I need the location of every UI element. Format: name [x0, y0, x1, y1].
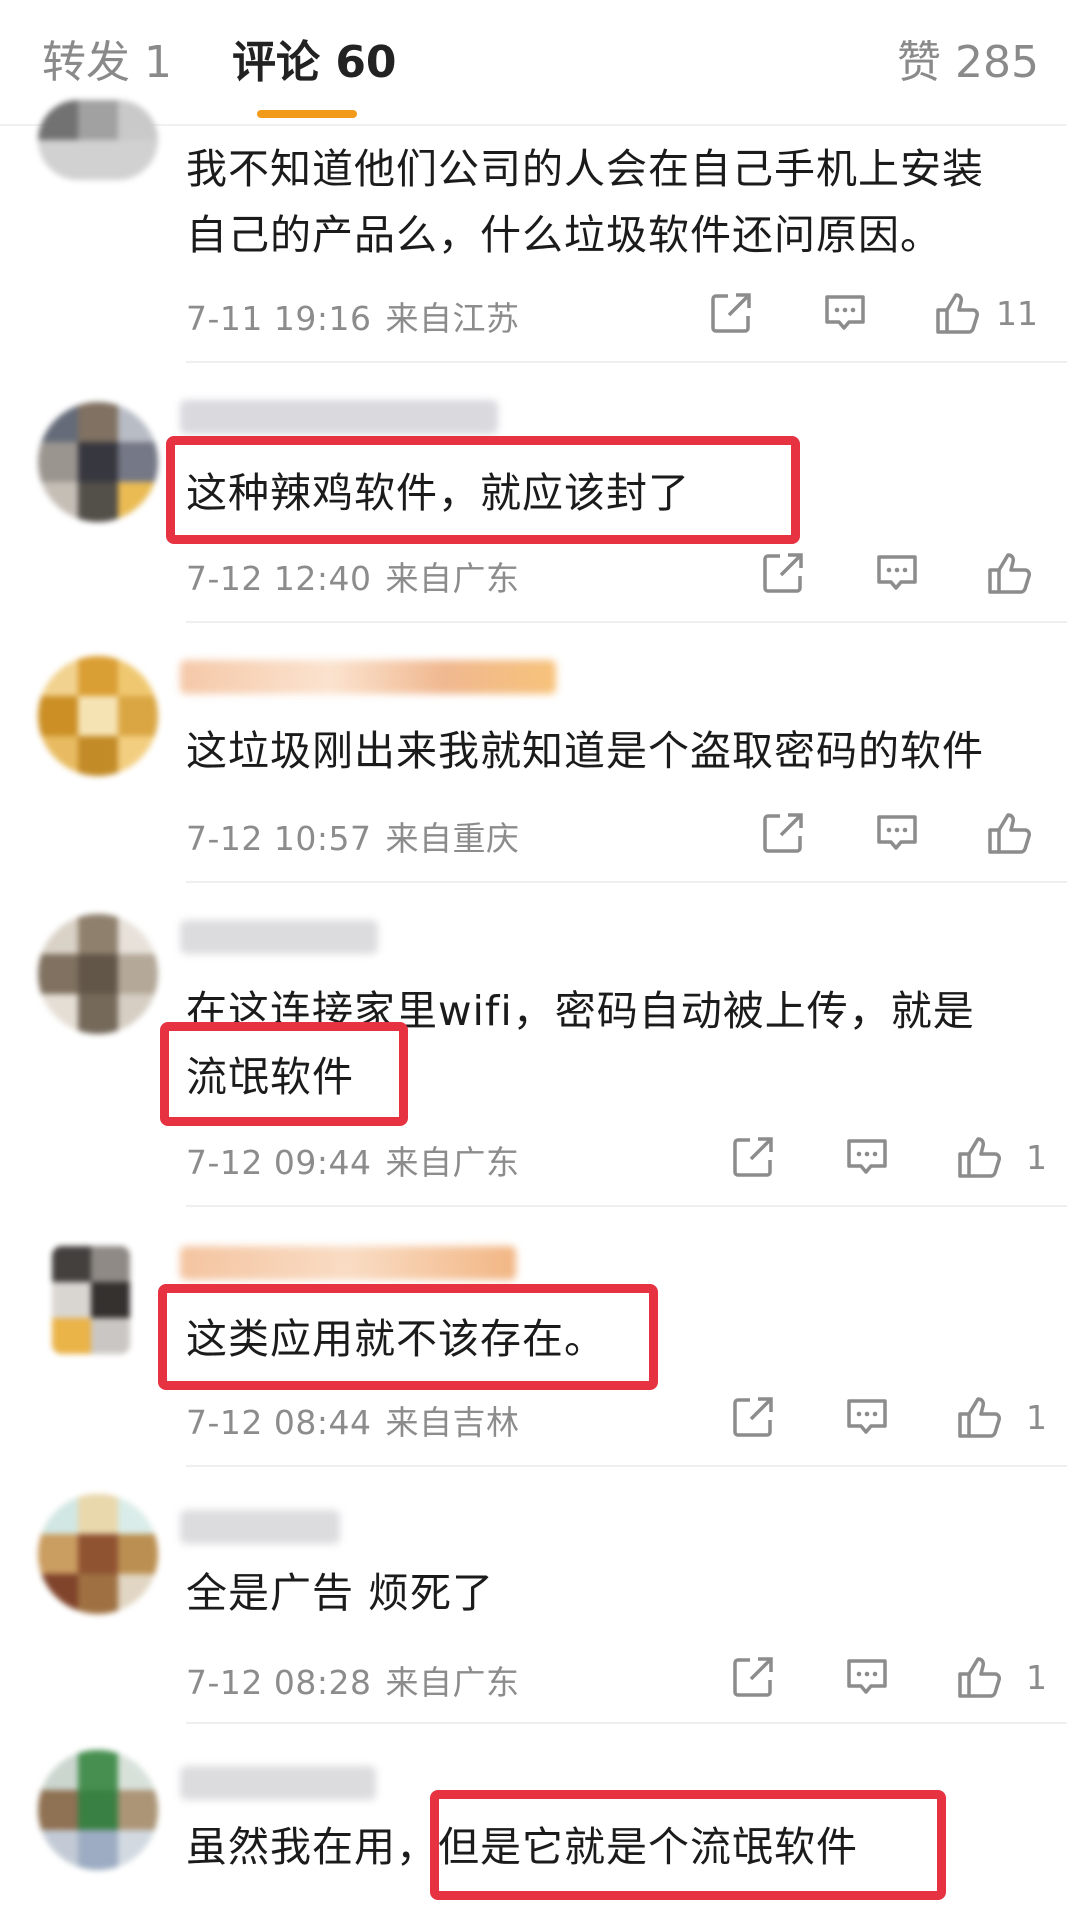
- comment-text: 虽然我在用，但是它就是个流氓软件: [186, 1823, 858, 1871]
- thumbs-up-icon: [988, 813, 1031, 854]
- username-blurred[interactable]: [180, 1246, 516, 1280]
- like-count: 1: [1026, 1657, 1047, 1697]
- comment-text: 这类应用就不该存在。: [186, 1315, 606, 1363]
- reply-button[interactable]: [844, 1394, 890, 1440]
- like-button[interactable]: [986, 810, 1034, 856]
- comment-icon: [825, 295, 865, 330]
- comment-meta: 7-12 08:28 来自广东: [186, 1656, 520, 1704]
- like-button[interactable]: 1: [956, 1654, 1047, 1700]
- tab-comments[interactable]: 评论 60: [232, 36, 397, 90]
- comment-location: 来自江苏: [385, 299, 520, 338]
- reply-button[interactable]: [844, 1654, 890, 1700]
- share-button[interactable]: [730, 1654, 776, 1700]
- divider: [186, 361, 1067, 363]
- comment-icon: [847, 1399, 887, 1434]
- active-tab-indicator: [257, 110, 357, 118]
- share-button[interactable]: [760, 810, 806, 856]
- comment-location: 来自重庆: [385, 819, 520, 858]
- username-blurred[interactable]: [180, 660, 556, 694]
- comment-icon: [877, 555, 917, 590]
- like-count: 11: [996, 293, 1038, 333]
- thumbs-up-icon: [958, 1137, 1001, 1178]
- comment-tabs: 转发 1 评论 60 赞 285: [0, 0, 1067, 126]
- avatar[interactable]: [38, 1750, 158, 1870]
- like-button[interactable]: 1: [956, 1134, 1047, 1180]
- comment-text: 这种辣鸡软件，就应该封了: [186, 469, 690, 517]
- divider: [186, 1722, 1067, 1724]
- comment-icon: [847, 1659, 887, 1694]
- comment-text: 全是广告 烦死了: [186, 1569, 495, 1617]
- thumbs-up-icon: [958, 1657, 1001, 1698]
- comment-text: 这垃圾刚出来我就知道是个盗取密码的软件: [186, 727, 984, 775]
- share-icon: [711, 293, 751, 333]
- comment-location: 来自广东: [385, 559, 520, 598]
- comment-time: 7-12 10:57: [186, 819, 372, 858]
- avatar[interactable]: [38, 1494, 158, 1614]
- username-blurred[interactable]: [180, 1766, 376, 1800]
- like-count: 1: [1026, 1397, 1047, 1437]
- share-icon: [733, 1657, 773, 1697]
- comment-location: 来自广东: [385, 1663, 520, 1702]
- avatar[interactable]: [38, 100, 158, 180]
- avatar[interactable]: [38, 402, 158, 522]
- username-blurred[interactable]: [180, 1510, 340, 1544]
- comment-meta: 7-11 19:16 来自江苏: [186, 292, 520, 340]
- highlight-box: [160, 1022, 408, 1126]
- like-button[interactable]: 1: [956, 1394, 1047, 1440]
- comment-icon: [877, 815, 917, 850]
- comment-text: 我不知道他们公司的人会在自己手机上安装 自己的产品么，什么垃圾软件还问原因。: [186, 145, 984, 259]
- username-blurred[interactable]: [180, 400, 498, 434]
- comment-meta: 7-12 08:44 来自吉林: [186, 1396, 520, 1444]
- comment-time: 7-12 08:28: [186, 1663, 372, 1702]
- share-icon: [763, 553, 803, 593]
- avatar[interactable]: [38, 656, 158, 776]
- share-button[interactable]: [760, 550, 806, 596]
- comment-time: 7-12 08:44: [186, 1403, 372, 1442]
- comment-time: 7-12 09:44: [186, 1143, 372, 1182]
- reply-button[interactable]: [844, 1134, 890, 1180]
- divider: [186, 621, 1067, 623]
- divider: [186, 881, 1067, 883]
- divider: [186, 1465, 1067, 1467]
- comment-time: 7-12 12:40: [186, 559, 372, 598]
- comment-meta: 7-12 10:57 来自重庆: [186, 812, 520, 860]
- comment-icon: [847, 1139, 887, 1174]
- share-button[interactable]: [730, 1394, 776, 1440]
- tab-likes[interactable]: 赞 285: [897, 36, 1039, 90]
- comment-location: 来自广东: [385, 1143, 520, 1182]
- avatar[interactable]: [52, 1246, 130, 1354]
- reply-button[interactable]: [874, 550, 920, 596]
- reply-button[interactable]: [874, 810, 920, 856]
- comment-meta: 7-12 09:44 来自广东: [186, 1136, 520, 1184]
- like-button[interactable]: 11: [934, 290, 1038, 336]
- like-count: 1: [1026, 1137, 1047, 1177]
- thumbs-up-icon: [958, 1397, 1001, 1438]
- share-icon: [733, 1397, 773, 1437]
- share-button[interactable]: [730, 1134, 776, 1180]
- thumbs-up-icon: [936, 293, 979, 334]
- thumbs-up-icon: [988, 553, 1031, 594]
- avatar[interactable]: [38, 914, 158, 1034]
- username-blurred[interactable]: [180, 920, 378, 954]
- tab-reposts[interactable]: 转发 1: [42, 36, 172, 90]
- share-icon: [733, 1137, 773, 1177]
- share-icon: [763, 813, 803, 853]
- comment-location: 来自吉林: [385, 1403, 520, 1442]
- share-button[interactable]: [708, 290, 754, 336]
- comment-time: 7-11 19:16: [186, 299, 372, 338]
- comment-meta: 7-12 12:40 来自广东: [186, 552, 520, 600]
- divider: [186, 1205, 1067, 1207]
- reply-button[interactable]: [822, 290, 868, 336]
- like-button[interactable]: [986, 550, 1034, 596]
